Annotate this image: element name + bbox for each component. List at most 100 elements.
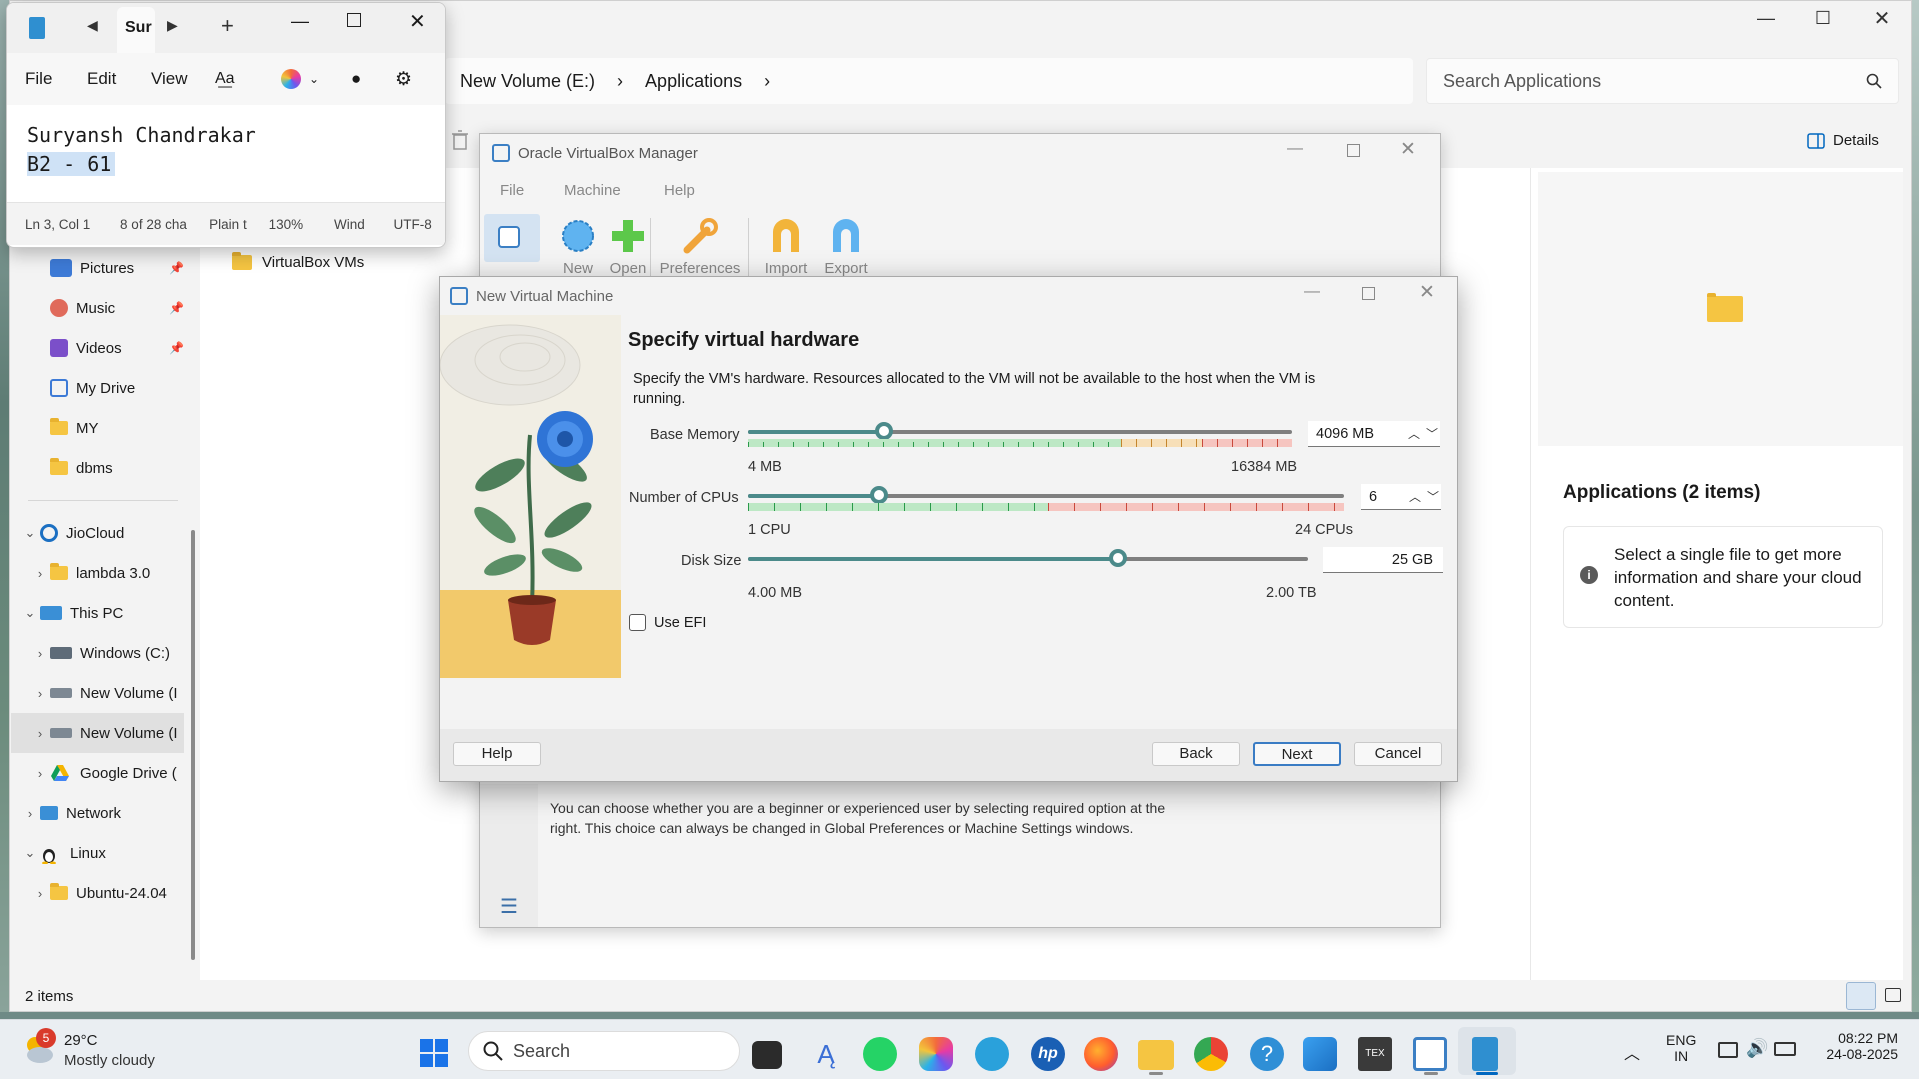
volume-icon[interactable]: 🔊 xyxy=(1746,1038,1768,1059)
nvm-minimize-button[interactable]: — xyxy=(1304,283,1320,301)
new-tab-button[interactable]: + xyxy=(221,13,234,39)
spin-down-icon[interactable]: ﹀ xyxy=(1426,425,1438,442)
nav-item-network[interactable]: › Network xyxy=(18,793,184,833)
taskbar-search[interactable]: Search xyxy=(468,1031,740,1071)
disk-size-slider-thumb[interactable] xyxy=(1108,549,1127,567)
notepad-maximize-button[interactable] xyxy=(347,13,361,27)
menu-edit[interactable]: Edit xyxy=(87,69,151,89)
status-zoom[interactable]: 130% xyxy=(261,217,326,232)
explorer-close-button[interactable]: ✕ xyxy=(1862,6,1902,31)
nav-item-videos[interactable]: Videos 📌 xyxy=(18,328,184,368)
base-memory-slider-thumb[interactable] xyxy=(875,422,893,440)
nav-item-ubuntu[interactable]: › Ubuntu-24.04 xyxy=(18,873,184,913)
nav-item-lambda[interactable]: › lambda 3.0 xyxy=(18,553,184,593)
nvm-close-button[interactable]: ✕ xyxy=(1419,281,1435,304)
pin-icon[interactable]: 📌 xyxy=(169,341,184,355)
breadcrumb-new-volume[interactable]: New Volume (E:) xyxy=(460,71,595,92)
virtualbox-icon[interactable] xyxy=(1413,1037,1447,1071)
copilot-button[interactable]: ⌄ xyxy=(281,69,351,89)
nav-item-dbms[interactable]: dbms xyxy=(18,448,184,488)
delete-icon[interactable] xyxy=(451,130,469,150)
nav-item-my-drive[interactable]: My Drive xyxy=(18,368,184,408)
nav-item-my[interactable]: MY xyxy=(18,408,184,448)
vbm-menu-help[interactable]: Help xyxy=(664,182,724,199)
pin-icon[interactable]: 📌 xyxy=(169,261,184,275)
nav-item-windows-c[interactable]: › Windows (C:) xyxy=(18,633,184,673)
chevron-down-icon[interactable]: ⌄ xyxy=(20,605,40,621)
spin-down-icon[interactable]: ﹀ xyxy=(1427,488,1439,505)
nav-item-new-volume-2[interactable]: › New Volume (I xyxy=(11,713,184,753)
chevron-right-icon[interactable]: › xyxy=(30,646,50,661)
vbm-menu-machine[interactable]: Machine xyxy=(564,182,664,199)
vbm-menu-file[interactable]: File xyxy=(500,182,564,199)
list-view-button[interactable] xyxy=(1846,982,1876,1010)
copilot-icon[interactable] xyxy=(919,1037,953,1071)
nav-item-pictures[interactable]: Pictures 📌 xyxy=(18,248,184,288)
nav-item-linux[interactable]: ⌄ Linux xyxy=(18,833,184,873)
explorer-minimize-button[interactable]: — xyxy=(1746,8,1786,29)
chevron-down-icon[interactable]: ⌄ xyxy=(20,525,40,541)
device-icon[interactable] xyxy=(1718,1042,1738,1058)
chevron-right-icon[interactable]: › xyxy=(30,686,50,701)
notepad-text-area[interactable]: Suryansh Chandrakar B2 - 61 xyxy=(7,105,445,202)
nav-item-google-drive[interactable]: › Google Drive ( xyxy=(18,753,184,793)
nav-item-new-volume-1[interactable]: › New Volume (I xyxy=(18,673,184,713)
spin-up-icon[interactable]: ︿ xyxy=(1408,425,1420,442)
vbm-maximize-button[interactable] xyxy=(1347,144,1360,157)
hp-icon[interactable]: hp xyxy=(1031,1037,1065,1071)
nvm-maximize-button[interactable] xyxy=(1362,287,1375,300)
settings-gear-icon[interactable]: ⚙ xyxy=(395,68,425,91)
tab-forward-icon[interactable]: ▶ xyxy=(167,17,178,34)
language-indicator[interactable]: ENG IN xyxy=(1666,1032,1696,1064)
whatsapp-icon[interactable] xyxy=(863,1037,897,1071)
vbm-close-button[interactable]: ✕ xyxy=(1400,138,1416,161)
cancel-button[interactable]: Cancel xyxy=(1354,742,1442,766)
tiles-view-button[interactable] xyxy=(1885,988,1901,1002)
chrome-icon[interactable] xyxy=(1194,1037,1228,1071)
vbm-import-button[interactable]: Import xyxy=(754,216,818,277)
task-view-icon[interactable] xyxy=(752,1041,782,1069)
menu-view[interactable]: View xyxy=(151,69,215,89)
nav-item-this-pc[interactable]: ⌄ This PC xyxy=(18,593,184,633)
vbm-export-button[interactable]: Export xyxy=(814,216,878,277)
chevron-up-icon[interactable]: ︿ xyxy=(1624,1040,1640,1064)
address-bar[interactable]: New Volume (E:) › Applications › xyxy=(445,58,1413,104)
notepad-icon[interactable] xyxy=(1472,1037,1498,1071)
vscode-icon[interactable] xyxy=(1303,1037,1337,1071)
checkbox-box[interactable] xyxy=(629,614,646,631)
breadcrumb-applications[interactable]: Applications xyxy=(645,71,742,92)
nav-item-music[interactable]: Music 📌 xyxy=(18,288,184,328)
account-icon[interactable]: ● xyxy=(351,69,395,89)
notepad-close-button[interactable]: ✕ xyxy=(409,9,426,34)
help-button[interactable]: Help xyxy=(453,742,541,766)
back-button[interactable]: Back xyxy=(1152,742,1240,766)
file-explorer-icon[interactable] xyxy=(1138,1040,1174,1070)
cpus-spinbox[interactable]: 6 ︿ ﹀ xyxy=(1361,484,1441,510)
next-button[interactable]: Next xyxy=(1253,742,1341,766)
explorer-maximize-button[interactable]: ☐ xyxy=(1803,8,1843,29)
telegram-icon[interactable] xyxy=(975,1037,1009,1071)
tex-editor-icon[interactable]: TEX xyxy=(1358,1037,1392,1071)
start-button-icon[interactable] xyxy=(419,1038,449,1068)
tab-back-icon[interactable]: ◀ xyxy=(87,17,98,34)
chevron-right-icon[interactable]: › xyxy=(30,726,50,741)
accessibility-app-icon[interactable]: Ą xyxy=(809,1039,843,1073)
chevron-right-icon[interactable]: › xyxy=(30,566,50,581)
chevron-right-icon[interactable]: › xyxy=(30,766,50,781)
vbm-minimize-button[interactable]: — xyxy=(1287,140,1303,158)
chevron-right-icon[interactable]: › xyxy=(30,886,50,901)
disk-size-input[interactable]: 25 GB xyxy=(1323,547,1443,573)
list-details-icon[interactable]: ☰ xyxy=(500,894,518,919)
nav-item-jiocloud[interactable]: ⌄ JioCloud xyxy=(18,513,184,553)
pin-icon[interactable]: 📌 xyxy=(169,301,184,315)
vbm-preferences-button[interactable]: Preferences xyxy=(655,216,745,277)
firefox-icon[interactable] xyxy=(1084,1037,1118,1071)
nav-scrollbar[interactable] xyxy=(191,530,195,960)
chevron-down-icon[interactable]: ⌄ xyxy=(20,845,40,861)
clock[interactable]: 08:22 PM 24-08-2025 xyxy=(1818,1030,1898,1062)
details-button[interactable]: Details xyxy=(1807,132,1879,149)
font-format-icon[interactable]: A͟a xyxy=(215,70,281,88)
use-efi-checkbox[interactable]: Use EFI xyxy=(629,614,706,631)
folder-item-virtualbox-vms[interactable]: VirtualBox VMs xyxy=(232,252,364,271)
cpus-slider-thumb[interactable] xyxy=(870,486,889,504)
